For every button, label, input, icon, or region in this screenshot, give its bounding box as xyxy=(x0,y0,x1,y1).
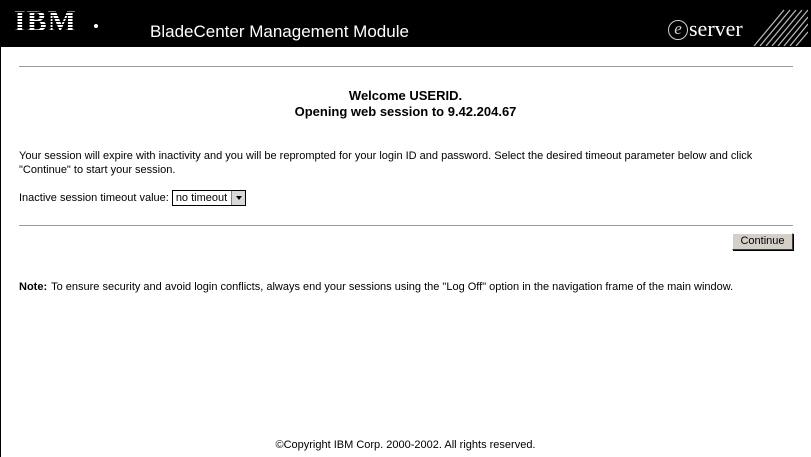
continue-button[interactable]: Continue xyxy=(732,233,793,250)
copyright-footer: ©Copyright IBM Corp. 2000-2002. All righ… xyxy=(275,439,536,451)
chevron-down-icon[interactable] xyxy=(231,191,246,205)
top-divider xyxy=(19,66,793,67)
eserver-logo-text: server xyxy=(689,16,743,41)
registered-mark-dot xyxy=(94,24,98,28)
header-banner: IBM BladeCenter Management Module e serv… xyxy=(0,0,811,47)
timeout-label: Inactive session timeout value: xyxy=(19,192,169,204)
note-label: Note: xyxy=(19,281,48,293)
timeout-select[interactable]: no timeout xyxy=(171,190,247,206)
timeout-row: Inactive session timeout value: no timeo… xyxy=(19,189,247,207)
page: IBM BladeCenter Management Module e serv… xyxy=(0,0,811,457)
eserver-e-icon: e xyxy=(668,20,688,40)
session-expiry-message: Your session will expire with inactivity… xyxy=(19,150,753,176)
middle-divider xyxy=(19,225,793,226)
welcome-heading: Welcome USERID. xyxy=(348,88,463,103)
session-opening-heading: Opening web session to 9.42.204.67 xyxy=(294,104,517,119)
timeout-selected-value: no timeout xyxy=(175,192,228,204)
eserver-logo: e server xyxy=(668,14,743,40)
note-text: To ensure security and avoid login confl… xyxy=(51,281,734,293)
security-note: Note: To ensure security and avoid login … xyxy=(19,280,733,294)
ibm-logo: IBM xyxy=(14,5,77,38)
diagonal-stripes-icon xyxy=(753,9,808,46)
app-title: BladeCenter Management Module xyxy=(150,22,409,41)
